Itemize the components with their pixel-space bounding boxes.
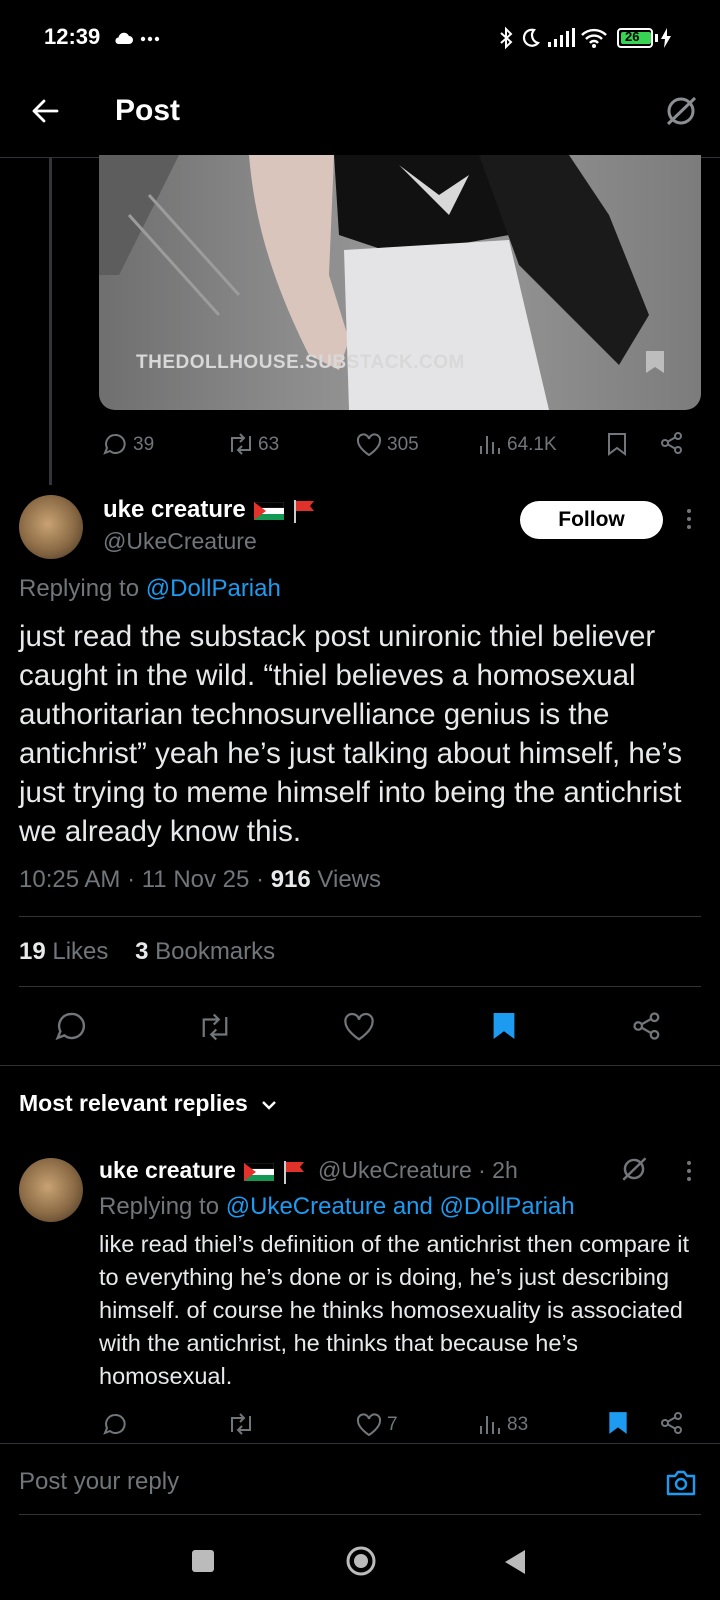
media-link-caption[interactable]: THEDOLLHOUSE.SUBSTACK.COM xyxy=(136,352,465,374)
replies-sort-label: Most relevant replies xyxy=(19,1090,248,1116)
reply-count: 39 xyxy=(133,434,155,455)
reply-composer-input[interactable]: Post your reply xyxy=(19,1468,179,1496)
reply-author-name-text: uke creature xyxy=(99,1157,236,1183)
actions-divider xyxy=(0,1065,720,1066)
more-options-icon[interactable] xyxy=(686,508,692,530)
tweet-meta: 10:25 AM · 11 Nov 25 · 916 Views xyxy=(19,866,381,894)
bluetooth-icon xyxy=(498,26,514,50)
home-icon[interactable] xyxy=(345,1545,377,1577)
likes-stat-count: 19 xyxy=(19,938,46,965)
red-flag-icon xyxy=(281,1159,307,1185)
share-icon[interactable] xyxy=(660,431,684,455)
repost-icon[interactable] xyxy=(226,432,256,456)
back-nav-icon[interactable] xyxy=(503,1549,527,1575)
views-icon[interactable] xyxy=(478,432,502,456)
main-like-icon[interactable] xyxy=(343,1012,375,1042)
replying-to: Replying to @DollPariah xyxy=(19,575,281,603)
composer-top-divider xyxy=(0,1443,720,1444)
reply-like-icon[interactable] xyxy=(356,1413,382,1437)
reply-more-options-icon[interactable] xyxy=(686,1160,692,1182)
reply-like-count: 7 xyxy=(387,1414,398,1435)
media-bookmark-icon[interactable] xyxy=(645,350,665,374)
bookmarks-stat-count: 3 xyxy=(135,938,149,965)
repost-count: 63 xyxy=(258,434,280,455)
views-count: 64.1K xyxy=(507,434,557,455)
reply-replying-to-link[interactable]: @UkeCreature and @DollPariah xyxy=(226,1193,575,1220)
do-not-disturb-icon xyxy=(520,27,540,49)
battery-icon: 26 xyxy=(617,28,653,48)
main-bookmark-icon[interactable] xyxy=(491,1010,517,1042)
bookmark-icon[interactable] xyxy=(607,432,627,456)
reply-views-icon[interactable] xyxy=(478,1412,502,1436)
recents-icon[interactable] xyxy=(192,1550,214,1572)
author-handle[interactable]: @UkeCreature xyxy=(103,528,257,555)
avatar[interactable] xyxy=(19,495,83,559)
bookmarks-stat-label: Bookmarks xyxy=(155,938,276,965)
thread-line xyxy=(49,157,52,485)
like-icon[interactable] xyxy=(356,433,382,457)
main-repost-icon[interactable] xyxy=(196,1012,234,1042)
author-name[interactable]: uke creature xyxy=(103,496,317,524)
reply-text: like read thiel’s definition of the anti… xyxy=(99,1231,690,1389)
page-title: Post xyxy=(115,94,181,127)
reply-icon[interactable] xyxy=(103,432,127,456)
reply-bookmark-icon[interactable] xyxy=(607,1410,629,1436)
tweet-text: just read the substack post unironic thi… xyxy=(19,620,683,848)
battery-level: 26 xyxy=(625,29,640,44)
more-notifications-icon xyxy=(140,36,160,42)
like-count: 305 xyxy=(387,434,419,455)
red-flag-icon xyxy=(291,498,317,524)
reply-views-count: 83 xyxy=(507,1414,529,1435)
likes-stat-label: Likes xyxy=(52,938,109,965)
tweet-stats: 19 Likes 3 Bookmarks xyxy=(19,938,275,966)
replying-prefix: Replying to xyxy=(19,575,140,602)
reply-repost-icon[interactable] xyxy=(226,1412,256,1436)
bookmarks-stat[interactable]: 3 Bookmarks xyxy=(135,938,275,965)
follow-button[interactable]: Follow xyxy=(520,501,663,539)
tweet-timestamp: 10:25 AM · 11 Nov 25 · xyxy=(19,866,265,893)
replying-to-link[interactable]: @DollPariah xyxy=(146,575,281,602)
reply-replying-to: Replying to @UkeCreature and @DollPariah xyxy=(99,1193,575,1221)
camera-icon[interactable] xyxy=(665,1469,697,1497)
battery-tip xyxy=(655,34,658,42)
cloud-icon xyxy=(113,31,133,45)
tweet-views-count: 916 xyxy=(270,866,311,893)
status-time: 12:39 xyxy=(44,24,101,49)
wifi-icon xyxy=(580,27,608,49)
reply-grok-icon[interactable] xyxy=(620,1155,648,1183)
meta-divider xyxy=(19,916,701,917)
reply-replying-prefix: Replying to xyxy=(99,1193,220,1220)
reply-author-name[interactable]: uke creature xyxy=(99,1157,307,1185)
reply-handle-time[interactable]: @UkeCreature · 2h xyxy=(318,1157,518,1184)
tweet-views-label: Views xyxy=(317,866,381,893)
reply-share-icon[interactable] xyxy=(660,1411,684,1435)
signal-icon xyxy=(546,28,576,48)
stats-divider xyxy=(19,986,701,987)
composer-bottom-divider xyxy=(19,1514,701,1515)
grok-icon[interactable] xyxy=(664,94,698,128)
author-name-text: uke creature xyxy=(103,496,246,523)
main-reply-icon[interactable] xyxy=(55,1010,87,1042)
chevron-down-icon xyxy=(260,1099,278,1111)
back-arrow-icon[interactable] xyxy=(30,96,60,126)
reply-avatar[interactable] xyxy=(19,1158,83,1222)
main-share-icon[interactable] xyxy=(632,1011,662,1041)
palestine-flag-icon xyxy=(254,501,285,520)
replies-sort-dropdown[interactable]: Most relevant replies xyxy=(19,1090,278,1117)
palestine-flag-icon xyxy=(244,1162,275,1181)
likes-stat[interactable]: 19 Likes xyxy=(19,938,108,965)
charging-icon xyxy=(660,28,672,48)
reply-reply-icon[interactable] xyxy=(103,1412,127,1436)
